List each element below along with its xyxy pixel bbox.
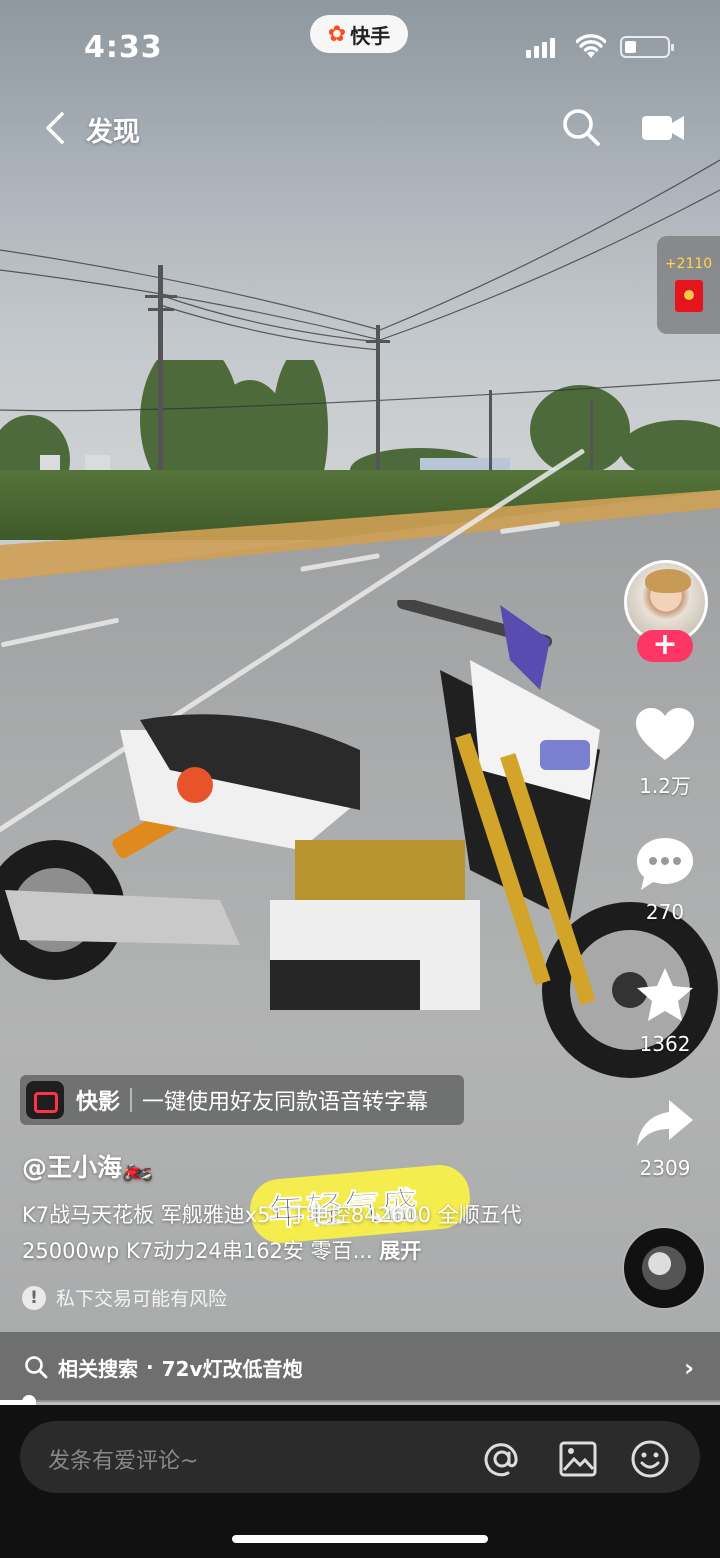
- screen-cast-icon[interactable]: [640, 110, 686, 146]
- battery-icon: [620, 36, 674, 58]
- comment-count: 270: [645, 900, 685, 924]
- kuaishou-logo-icon: ✿: [327, 21, 347, 47]
- kuaiying-name: 快影: [76, 1090, 121, 1115]
- bottom-bar: 发条有爱评论~: [0, 1405, 720, 1558]
- comment-field[interactable]: 发条有爱评论~: [20, 1421, 700, 1493]
- chevron-right-icon: ›: [684, 1354, 694, 1382]
- app-badge[interactable]: ✿ 快手: [310, 15, 408, 53]
- follow-button[interactable]: +: [637, 630, 693, 662]
- post-description[interactable]: K7战马天花板 军舰雅迪x5° 丁电控842600 全顺五代25000wp K7…: [22, 1197, 542, 1269]
- comment-button[interactable]: 270: [624, 836, 706, 924]
- wifi-icon: [576, 34, 606, 58]
- warning-icon: !: [22, 1285, 46, 1310]
- related-search-bar[interactable]: 相关搜索 · 72v灯改低音炮 ›: [0, 1332, 720, 1402]
- chevron-left-icon[interactable]: [36, 108, 76, 148]
- kuaiying-promo[interactable]: 快影 一键使用好友同款语音转字幕: [20, 1075, 464, 1125]
- status-time: 4:33: [84, 30, 163, 65]
- search-icon: [25, 1356, 48, 1379]
- red-envelope-icon: [674, 280, 703, 312]
- author-name[interactable]: @王小海🏍️: [22, 1148, 153, 1184]
- comment-bubble-icon: [637, 838, 693, 890]
- like-button[interactable]: 1.2万: [624, 706, 706, 799]
- reward-widget[interactable]: +2110: [657, 236, 720, 334]
- image-icon[interactable]: [558, 1439, 598, 1479]
- page-title: 发现: [86, 117, 140, 148]
- favorite-button[interactable]: 1362: [624, 966, 706, 1056]
- music-disc-button[interactable]: [624, 1228, 704, 1308]
- signal-icon: [526, 38, 555, 58]
- home-indicator[interactable]: [232, 1535, 488, 1543]
- at-icon[interactable]: [482, 1439, 522, 1479]
- search-icon[interactable]: [560, 106, 602, 148]
- scooter-image: [0, 600, 718, 1078]
- kuaiying-promo-text: 一键使用好友同款语音转字幕: [142, 1090, 429, 1115]
- star-icon: [637, 968, 693, 1021]
- related-search-separator: ·: [146, 1355, 154, 1379]
- kuaiying-logo-icon: [26, 1081, 64, 1119]
- related-search-query: 72v灯改低音炮: [161, 1356, 303, 1381]
- risk-notice-text: 私下交易可能有风险: [56, 1288, 228, 1310]
- favorite-count: 1362: [639, 1032, 691, 1056]
- comment-placeholder: 发条有爱评论~: [48, 1449, 199, 1474]
- emoji-icon[interactable]: [630, 1439, 670, 1479]
- divider: [130, 1088, 133, 1112]
- like-count: 1.2万: [639, 774, 691, 798]
- app-badge-label: 快手: [350, 23, 391, 48]
- reward-points: +2110: [664, 256, 713, 272]
- share-button[interactable]: 2309: [624, 1098, 706, 1180]
- heart-icon: [636, 708, 694, 760]
- status-bar: 4:33 ✿ 快手: [0, 0, 720, 96]
- expand-link[interactable]: 展开: [379, 1239, 421, 1263]
- risk-notice: ! 私下交易可能有风险: [22, 1284, 227, 1311]
- share-arrow-icon: [637, 1100, 693, 1146]
- related-search-label: 相关搜索: [58, 1356, 138, 1381]
- post-description-text: K7战马天花板 军舰雅迪x5° 丁电控842600 全顺五代25000wp K7…: [22, 1203, 522, 1263]
- share-count: 2309: [639, 1156, 691, 1180]
- road-edge: [0, 490, 720, 580]
- music-disc-icon: [642, 1246, 686, 1290]
